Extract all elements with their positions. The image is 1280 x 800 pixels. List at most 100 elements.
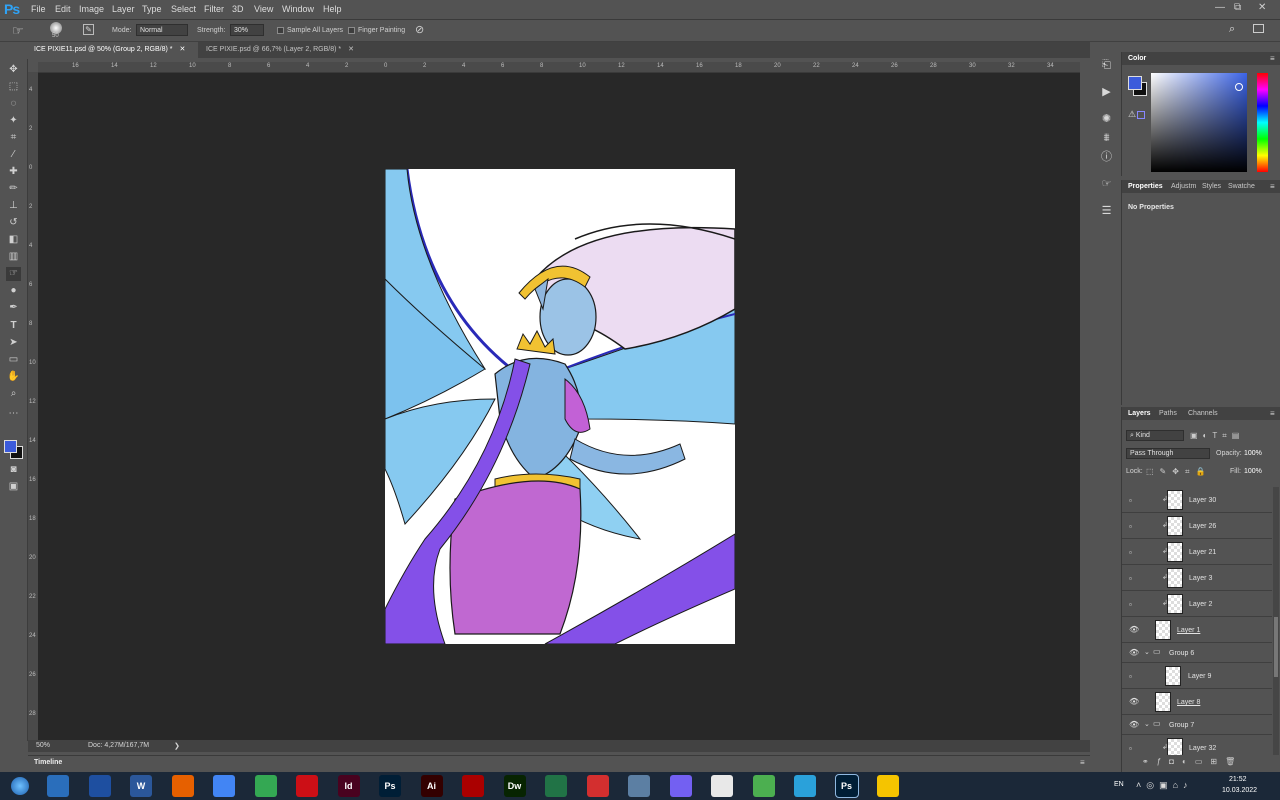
hourglass-icon[interactable] [711,775,733,797]
pdf-icon[interactable] [586,775,609,797]
chevron-down-icon[interactable]: ⌄ [1144,648,1150,656]
calculator-icon[interactable] [628,775,650,797]
mode-select[interactable]: Normal [136,24,188,36]
fill-value[interactable]: 100% [1244,468,1262,475]
visibility-toggle[interactable]: ▫ [1129,600,1139,609]
clock-time[interactable]: 21:52 [1229,776,1247,783]
menu-3d[interactable]: 3D [232,4,244,14]
batman-icon[interactable] [877,775,899,797]
eye-icon[interactable]: 👁 [1129,720,1139,729]
saturation-brightness-field[interactable] [1151,73,1247,172]
opacity-value[interactable]: 100% [1244,450,1262,457]
clone-stamp-tool-icon[interactable]: ⊥ [6,199,21,213]
visibility-toggle[interactable]: ▫ [1129,496,1139,505]
pressure-icon[interactable]: ⊘ [415,23,424,36]
smudge-tool-icon[interactable]: ☞ [12,23,24,39]
firefox-icon[interactable] [171,775,194,797]
layer-row[interactable]: ▫ ↲ Layer 3 [1122,565,1272,591]
foreground-color-chip[interactable] [1128,76,1142,90]
panel-menu-icon[interactable]: ≡ [1270,54,1275,63]
quick-mask-icon[interactable]: ◙ [6,463,21,477]
start-button[interactable] [0,772,40,800]
sample-all-layers-checkbox[interactable] [277,27,284,34]
chevron-down-icon[interactable]: ⌄ [1144,720,1150,728]
tab-paths[interactable]: Paths [1159,410,1177,417]
menu-select[interactable]: Select [171,4,196,14]
eyedropper-tool-icon[interactable]: ⁄ [6,148,21,162]
illustrator-icon[interactable]: Ai [420,775,443,797]
tool-presets-icon[interactable]: ☞ [1100,178,1113,191]
path-selection-tool-icon[interactable]: ➤ [6,336,21,350]
move-tool-icon[interactable]: ✥ [6,63,21,77]
tab-ice-pixie[interactable]: ICE PIXIE.psd @ 66,7% (Layer 2, RGB/8) *… [200,42,365,58]
lasso-tool-icon[interactable]: ◌ [6,97,21,111]
timeline-label[interactable]: Timeline [34,759,62,766]
word-icon[interactable]: W [130,775,152,797]
hand-tool-icon[interactable]: ✋ [6,370,21,384]
info-icon[interactable]: ⓘ [1100,151,1113,164]
tab-close-icon[interactable]: ✕ [179,46,185,53]
acrobat-icon[interactable] [462,775,484,797]
visibility-toggle[interactable]: ▫ [1129,574,1139,583]
type-tool-icon[interactable]: T [6,319,21,333]
layer-row[interactable]: ▫ ↲ Layer 30 [1122,487,1272,513]
tab-channels[interactable]: Channels [1188,410,1218,417]
layer-row[interactable]: ▫ ↲ Layer 26 [1122,513,1272,539]
group-name[interactable]: Group 7 [1169,722,1194,729]
explorer-icon[interactable] [47,775,69,797]
foreground-color-swatch[interactable] [4,440,17,453]
tab-styles[interactable]: Styles [1202,183,1221,190]
mask-icon[interactable]: ◘ [1169,757,1182,766]
layer-name[interactable]: Layer 1 [1177,627,1200,634]
finger-painting-checkbox[interactable] [348,27,355,34]
excel-icon[interactable] [545,775,567,797]
restore-button[interactable]: ⧉ [1234,2,1241,13]
layer-name[interactable]: Layer 2 [1189,601,1212,608]
layer-name[interactable]: Layer 26 [1189,523,1216,530]
chrome-icon[interactable] [213,775,235,797]
tab-layers[interactable]: Layers [1128,410,1151,417]
visibility-toggle[interactable]: ▫ [1129,548,1139,557]
dodge-tool-icon[interactable]: ● [6,284,21,298]
minimize-button[interactable]: — [1215,2,1225,13]
properties-sliders-icon[interactable]: ☰ [1100,205,1113,218]
layer-name[interactable]: Layer 30 [1189,497,1216,504]
menu-type[interactable]: Type [142,4,162,14]
bluestacks-icon[interactable] [752,775,775,797]
history-brush-tool-icon[interactable]: ↺ [6,216,21,230]
visibility-toggle[interactable]: ▫ [1129,744,1139,753]
gradient-tool-icon[interactable]: ▥ [6,250,21,264]
viber-icon[interactable] [669,775,692,797]
crop-tool-icon[interactable]: ⌗ [6,131,21,145]
layer-row[interactable]: ▫ ↲ Layer 21 [1122,539,1272,565]
language-indicator[interactable]: EN [1114,781,1124,788]
marquee-tool-icon[interactable]: ⬚ [6,80,21,94]
save-icon[interactable] [88,775,111,797]
menu-layer[interactable]: Layer [112,4,135,14]
layer-name[interactable]: Layer 32 [1189,745,1216,752]
menu-file[interactable]: File [31,4,46,14]
trash-icon[interactable]: 🗑 [1225,757,1243,766]
layer-name[interactable]: Layer 21 [1189,549,1216,556]
workspace-icon[interactable] [1253,24,1264,33]
actions-play-icon[interactable]: ▶ [1100,86,1113,99]
pen-tool-icon[interactable]: ✒ [6,301,21,315]
fx-icon[interactable]: ƒ [1157,757,1169,766]
menu-edit[interactable]: Edit [55,4,71,14]
search-icon[interactable]: ⌕ [1229,23,1235,36]
photoshop-icon[interactable]: Ps [379,775,401,797]
tab-properties[interactable]: Properties [1128,183,1163,190]
hue-slider[interactable] [1257,73,1268,172]
screen-mode-icon[interactable]: ▣ [6,480,21,494]
zoom-level[interactable]: 50% [36,742,50,749]
quick-select-tool-icon[interactable]: ✦ [6,114,21,128]
brush-panel-icon[interactable]: ✎ [83,24,94,35]
tab-swatches[interactable]: Swatche [1228,183,1255,190]
tab-color[interactable]: Color [1128,55,1146,62]
menu-window[interactable]: Window [282,4,314,14]
new-layer-icon[interactable]: ⊞ [1210,757,1225,766]
brush-settings-icon[interactable]: ✺ [1100,113,1113,126]
smudge-tool-icon[interactable]: ☞ [6,267,21,281]
healing-brush-tool-icon[interactable]: ✚ [6,165,21,179]
menu-help[interactable]: Help [323,4,342,14]
